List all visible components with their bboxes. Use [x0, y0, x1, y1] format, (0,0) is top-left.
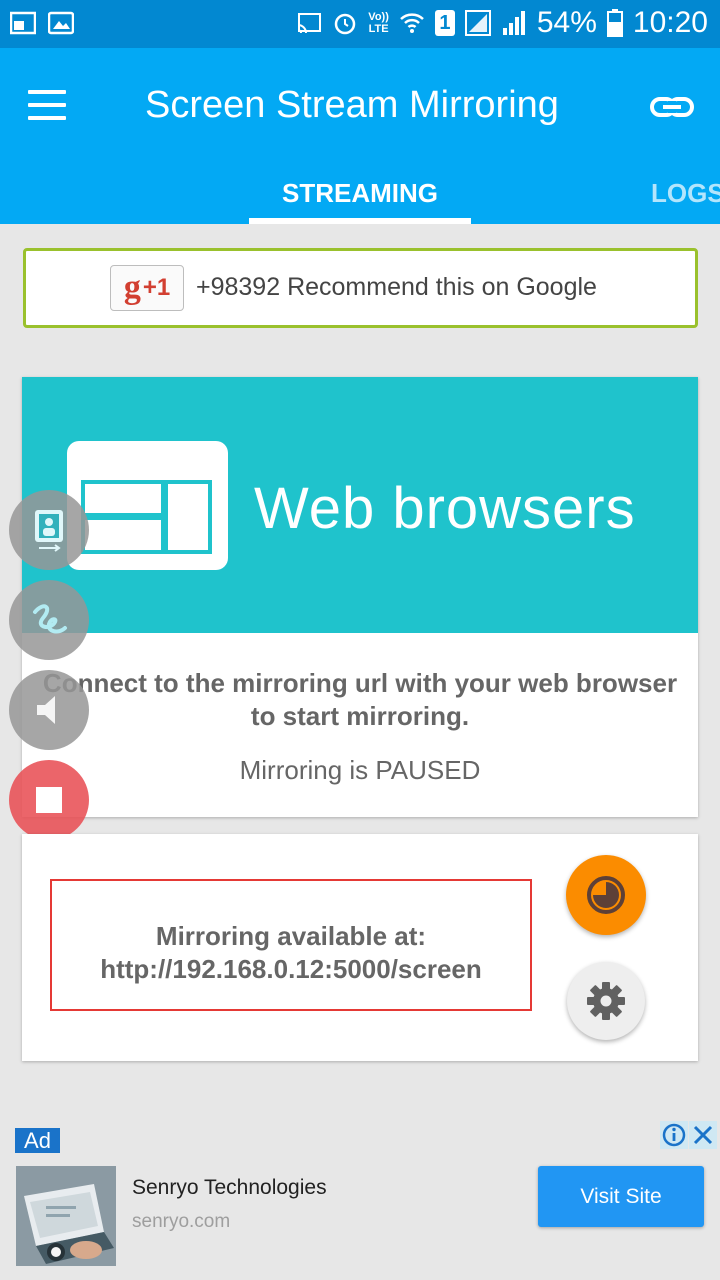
tab-streaming[interactable]: STREAMING [249, 178, 471, 209]
visit-site-button[interactable]: Visit Site [538, 1166, 704, 1227]
volte-label: Vo)) [368, 11, 389, 23]
app-title: Screen Stream Mirroring [145, 84, 559, 126]
status-bar: Vo)) LTE 1 54% 10:20 [0, 0, 720, 48]
hamburger-icon[interactable] [28, 90, 68, 122]
ad-domain[interactable]: senryo.com [132, 1211, 230, 1233]
mirroring-url[interactable]: http://192.168.0.12:5000/screen [52, 954, 530, 985]
card-title: Web browsers [254, 476, 636, 541]
link-icon[interactable] [650, 90, 694, 124]
clock: 10:20 [632, 6, 708, 39]
gplus-plus-one: +1 [142, 274, 171, 301]
ad-info-icon[interactable] [660, 1121, 688, 1149]
screen-share-icon [35, 510, 63, 552]
wifi-icon [400, 13, 424, 33]
tab-indicator [249, 218, 471, 224]
signal-icon-1 [464, 10, 491, 36]
stop-button[interactable] [9, 760, 89, 840]
mirroring-status: Mirroring is PAUSED [239, 755, 481, 785]
ad-image[interactable] [16, 1166, 116, 1266]
ad-advertiser[interactable]: Senryo Technologies [132, 1176, 327, 1200]
google-plus-one-button[interactable]: g +1 [110, 265, 184, 311]
sound-button[interactable] [9, 670, 89, 750]
gplus-g: g [123, 269, 141, 306]
battery-icon [606, 9, 623, 37]
description-line-1: Connect to the mirroring url with your w… [42, 668, 678, 698]
draw-button[interactable] [9, 580, 89, 660]
gallery-icon [48, 11, 74, 35]
web-browsers-card: Web browsers Connect to the mirroring ur… [22, 377, 698, 817]
gplus-recommend-text: +98392 Recommend this on Google [196, 273, 597, 301]
mirroring-available-label: Mirroring available at: [155, 921, 427, 951]
screen-share-button[interactable] [9, 490, 89, 570]
card-description: Connect to the mirroring url with your w… [22, 667, 698, 733]
volte-icon: Vo)) LTE [368, 11, 389, 35]
speaker-icon [37, 696, 55, 724]
battery-percent: 54% [536, 6, 597, 39]
description-line-2: to start mirroring. [250, 701, 470, 731]
ad-badge: Ad [15, 1128, 60, 1153]
timer-icon [587, 876, 625, 914]
card-header: Web browsers [22, 377, 698, 633]
google-plus-recommend[interactable]: g +1 +98392 Recommend this on Google [23, 248, 698, 328]
tab-logs[interactable]: LOGS [651, 178, 720, 209]
ad-close-icon[interactable] [689, 1121, 717, 1149]
lte-label: LTE [368, 23, 389, 35]
settings-button[interactable] [567, 962, 645, 1040]
alarm-icon [335, 13, 356, 35]
cast-icon [298, 13, 322, 34]
app-bar: Screen Stream Mirroring STREAMING LOGS [0, 48, 720, 224]
mirroring-url-box: Mirroring available at: http://192.168.0… [50, 879, 532, 1011]
notification-window-icon [10, 11, 36, 35]
draw-icon [33, 604, 67, 634]
timer-button[interactable] [566, 855, 646, 935]
mirroring-url-card: Mirroring available at: http://192.168.0… [22, 834, 698, 1061]
browser-window-icon [67, 441, 228, 570]
stop-icon [36, 787, 62, 813]
signal-icon-2 [502, 11, 525, 35]
sim-slot-badge: 1 [434, 10, 455, 36]
gear-icon [587, 982, 625, 1020]
